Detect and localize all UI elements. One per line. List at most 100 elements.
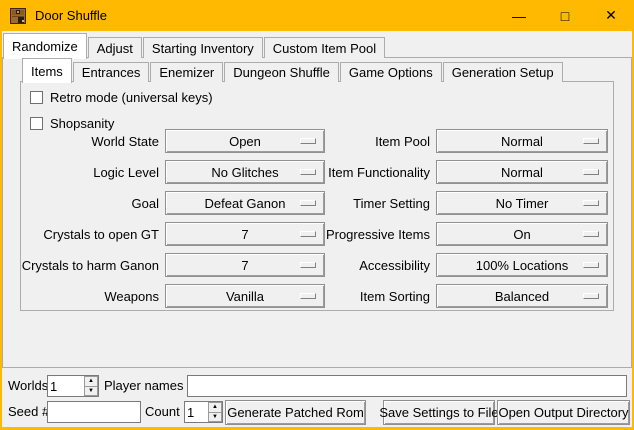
- item-pool-value: Normal: [501, 134, 543, 149]
- player-names-input[interactable]: [187, 375, 627, 397]
- timer-setting-label: Timer Setting: [318, 196, 430, 211]
- window-border-left: [0, 31, 2, 430]
- tab-randomize[interactable]: Randomize: [3, 33, 87, 59]
- goal-dropdown[interactable]: Defeat Ganon: [165, 191, 325, 215]
- timer-setting-value: No Timer: [496, 196, 549, 211]
- retro-mode-checkbox[interactable]: [30, 91, 43, 104]
- minimize-button[interactable]: —: [496, 0, 542, 31]
- logic-level-label: Logic Level: [18, 165, 159, 180]
- sub-tabbar: Items Entrances Enemizer Dungeon Shuffle…: [22, 58, 564, 82]
- crystals-gt-row: Crystals to open GT 7: [18, 222, 325, 246]
- close-icon: ✕: [605, 7, 617, 24]
- world-state-label: World State: [18, 134, 159, 149]
- spin-down-button[interactable]: ▼: [208, 413, 222, 423]
- dropdown-indicator-icon: [583, 262, 599, 268]
- progressive-items-dropdown[interactable]: On: [436, 222, 608, 246]
- spin-up-button[interactable]: ▲: [208, 402, 222, 413]
- crystals-ganon-dropdown[interactable]: 7: [165, 253, 325, 277]
- crystals-gt-dropdown[interactable]: 7: [165, 222, 325, 246]
- crystals-ganon-row: Crystals to harm Ganon 7: [18, 253, 325, 277]
- spin-up-icon: ▲: [212, 404, 218, 410]
- worlds-spinbox: ▲ ▼: [47, 375, 99, 397]
- progressive-items-value: On: [513, 227, 530, 242]
- window-title: Door Shuffle: [35, 8, 107, 23]
- count-spin-arrows: ▲ ▼: [208, 402, 222, 422]
- spin-up-icon: ▲: [88, 378, 94, 384]
- world-state-value: Open: [229, 134, 261, 149]
- crystals-ganon-label: Crystals to harm Ganon: [18, 258, 159, 273]
- generate-patched-rom-button[interactable]: Generate Patched Rom: [225, 400, 366, 425]
- weapons-dropdown[interactable]: Vanilla: [165, 284, 325, 308]
- timer-setting-row: Timer Setting No Timer: [318, 191, 608, 215]
- seed-input[interactable]: [47, 401, 141, 423]
- dropdown-indicator-icon: [300, 231, 316, 237]
- tab-starting-inventory[interactable]: Starting Inventory: [143, 37, 263, 58]
- player-names-label: Player names: [104, 375, 183, 397]
- window-controls: — □ ✕: [496, 0, 634, 31]
- dropdown-indicator-icon: [583, 231, 599, 237]
- maximize-button[interactable]: □: [542, 0, 588, 31]
- progressive-items-row: Progressive Items On: [318, 222, 608, 246]
- item-pool-label: Item Pool: [318, 134, 430, 149]
- item-functionality-value: Normal: [501, 165, 543, 180]
- item-functionality-row: Item Functionality Normal: [318, 160, 608, 184]
- crystals-gt-label: Crystals to open GT: [18, 227, 159, 242]
- dropdown-indicator-icon: [583, 169, 599, 175]
- progressive-items-label: Progressive Items: [318, 227, 430, 242]
- item-sorting-dropdown[interactable]: Balanced: [436, 284, 608, 308]
- crystals-gt-value: 7: [241, 227, 248, 242]
- save-settings-button[interactable]: Save Settings to File: [383, 400, 495, 425]
- tab-items[interactable]: Items: [22, 58, 72, 83]
- shopsanity-checkbox[interactable]: [30, 117, 43, 130]
- dropdown-indicator-icon: [300, 200, 316, 206]
- count-input[interactable]: [185, 402, 208, 422]
- goal-value: Defeat Ganon: [205, 196, 286, 211]
- dropdown-indicator-icon: [583, 293, 599, 299]
- dropdown-indicator-icon: [583, 138, 599, 144]
- open-output-directory-button[interactable]: Open Output Directory: [497, 400, 630, 425]
- item-pool-dropdown[interactable]: Normal: [436, 129, 608, 153]
- item-sorting-label: Item Sorting: [318, 289, 430, 304]
- worlds-spin-arrows: ▲ ▼: [84, 376, 98, 396]
- worlds-input[interactable]: [48, 376, 84, 396]
- timer-setting-dropdown[interactable]: No Timer: [436, 191, 608, 215]
- tab-adjust[interactable]: Adjust: [88, 37, 142, 58]
- tab-game-options[interactable]: Game Options: [340, 62, 442, 82]
- worlds-label: Worlds: [8, 375, 48, 397]
- item-sorting-value: Balanced: [495, 289, 549, 304]
- logic-level-dropdown[interactable]: No Glitches: [165, 160, 325, 184]
- item-pool-row: Item Pool Normal: [318, 129, 608, 153]
- world-state-dropdown[interactable]: Open: [165, 129, 325, 153]
- dropdown-indicator-icon: [300, 169, 316, 175]
- crystals-ganon-value: 7: [241, 258, 248, 273]
- tab-dungeon-shuffle[interactable]: Dungeon Shuffle: [224, 62, 339, 82]
- accessibility-label: Accessibility: [318, 258, 430, 273]
- count-spinbox: ▲ ▼: [184, 401, 223, 423]
- item-functionality-dropdown[interactable]: Normal: [436, 160, 608, 184]
- spin-down-icon: ▼: [212, 414, 218, 420]
- tab-generation-setup[interactable]: Generation Setup: [443, 62, 563, 82]
- titlebar: Door Shuffle — □ ✕: [0, 0, 634, 31]
- dropdown-indicator-icon: [300, 138, 316, 144]
- accessibility-dropdown[interactable]: 100% Locations: [436, 253, 608, 277]
- spin-up-button[interactable]: ▲: [84, 376, 98, 387]
- weapons-value: Vanilla: [226, 289, 264, 304]
- weapons-row: Weapons Vanilla: [18, 284, 325, 308]
- logic-level-row: Logic Level No Glitches: [18, 160, 325, 184]
- seed-label: Seed #: [8, 401, 49, 423]
- item-sorting-row: Item Sorting Balanced: [318, 284, 608, 308]
- spin-down-button[interactable]: ▼: [84, 387, 98, 397]
- item-functionality-label: Item Functionality: [318, 165, 430, 180]
- tab-entrances[interactable]: Entrances: [73, 62, 150, 82]
- goal-label: Goal: [18, 196, 159, 211]
- accessibility-row: Accessibility 100% Locations: [318, 253, 608, 277]
- retro-mode-checkbox-row: Retro mode (universal keys): [30, 89, 213, 105]
- close-button[interactable]: ✕: [588, 0, 634, 31]
- retro-mode-label: Retro mode (universal keys): [50, 90, 213, 105]
- count-label: Count: [145, 401, 180, 423]
- dropdown-indicator-icon: [583, 200, 599, 206]
- tab-enemizer[interactable]: Enemizer: [150, 62, 223, 82]
- goal-row: Goal Defeat Ganon: [18, 191, 325, 215]
- main-tabbar: Randomize Adjust Starting Inventory Cust…: [3, 33, 386, 58]
- tab-custom-item-pool[interactable]: Custom Item Pool: [264, 37, 385, 58]
